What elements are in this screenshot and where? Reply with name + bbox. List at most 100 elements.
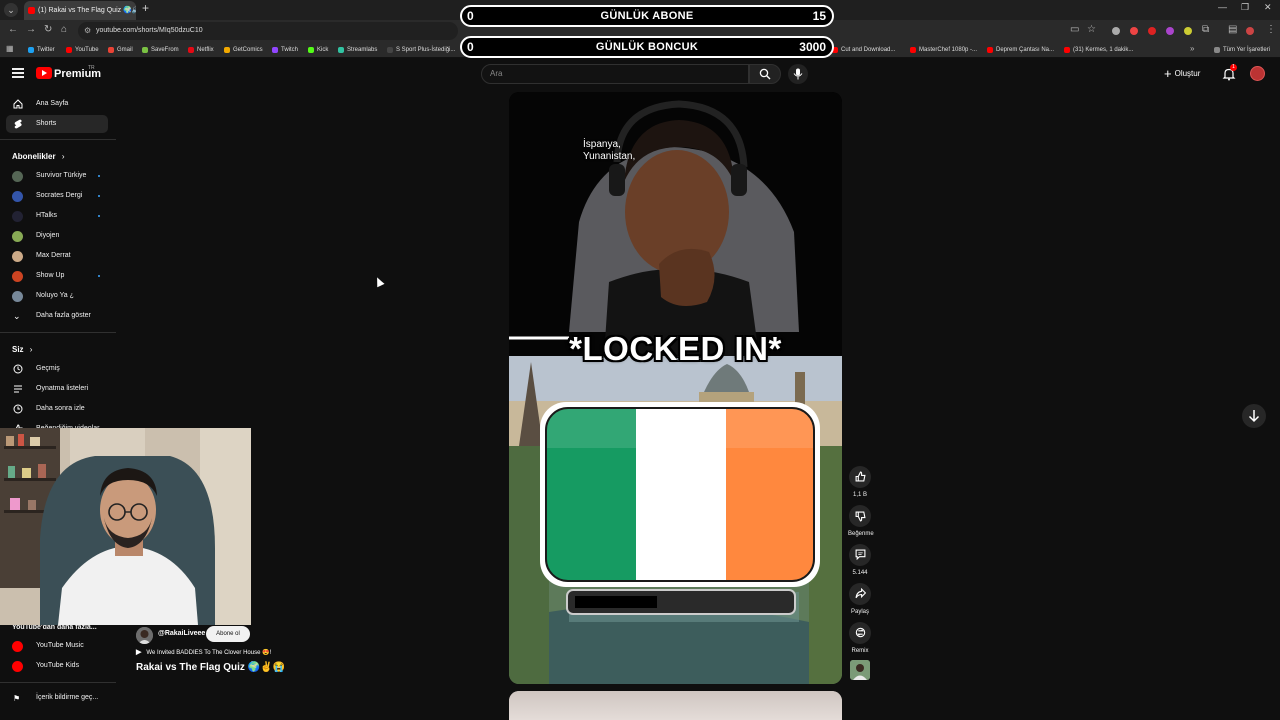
minimize-icon[interactable]: — [1218,2,1227,12]
extension-icon[interactable] [1130,27,1138,35]
bookmark-item[interactable]: Deprem Çantası Na... [987,42,1054,58]
sidebar-subscription-item[interactable]: Socrates Dergi [6,187,108,205]
bookmark-item[interactable]: SaveFrom [142,42,179,58]
address-bar[interactable]: ⚙ youtube.com/shorts/MIq50dzuC10 [78,22,458,40]
sidebar-item-shorts[interactable]: Shorts [6,115,108,133]
remix-action[interactable]: Remix [848,622,872,654]
subscribe-button[interactable]: Abone ol [206,626,250,642]
sidebar-item-watch-later[interactable]: Daha sonra izle [6,400,108,418]
you-heading[interactable]: Siz › [12,345,32,354]
bookmark-favicon-icon [1064,47,1070,53]
sidepanel-icon[interactable]: ▤ [1228,24,1237,35]
counter-left-value: 0 [467,40,474,54]
audio-source-thumbnail[interactable] [850,660,870,680]
share-button[interactable] [849,583,871,605]
search-button[interactable] [749,64,781,84]
sidebar-subscription-item[interactable]: Survivor Türkiye [6,167,108,185]
all-bookmarks[interactable]: Tüm Yer İşaretleri [1214,42,1270,58]
new-tab-icon[interactable]: + [142,1,149,15]
sidebar-item-home[interactable]: Ana Sayfa [6,95,108,113]
dislike-action[interactable]: Beğenme [848,505,874,537]
voice-search-button[interactable] [788,64,808,84]
extension-icon[interactable] [1112,27,1120,35]
search-icon [759,68,771,80]
chevron-right-icon: › [61,152,65,161]
bookmark-item[interactable]: (31) Kermes, 1 dakik... [1064,42,1133,58]
tab-search-icon[interactable]: ⌄ [4,3,18,17]
bookmark-item[interactable]: Netflix [188,42,214,58]
bookmark-item[interactable]: Gmail [108,42,133,58]
bookmark-item[interactable]: YouTube [66,42,99,58]
comments-button[interactable] [849,544,871,566]
like-button[interactable] [849,466,871,488]
daily-subscriber-counter: GÜNLÜK ABONE 0 15 [460,5,834,27]
sidebar-item-report[interactable]: ⚑ İçerik bildirme geç... [6,689,108,707]
maximize-icon[interactable]: ❐ [1241,2,1249,13]
share-action[interactable]: Paylaş [848,583,872,615]
subscriptions-heading[interactable]: Abonelikler › [12,152,64,161]
install-app-icon[interactable]: ▭ [1070,24,1079,35]
search-input[interactable]: Ara [481,64,749,84]
youtube-logo-icon[interactable] [36,67,52,79]
related-video-link[interactable]: ▶ We Invited BADDIES To The Clover House … [136,648,271,658]
channel-avatar[interactable] [136,627,153,644]
extension-icon[interactable] [1148,27,1156,35]
bookmark-item[interactable]: Twitch [272,42,298,58]
short-video-player[interactable] [509,92,842,684]
sidebar-subscription-item[interactable]: Noluyo Ya ¿ [6,287,108,305]
short-title[interactable]: Rakai vs The Flag Quiz 🌍✌️😭 [136,662,285,673]
extension-icon[interactable] [1166,27,1174,35]
bookmark-item[interactable]: GetComics [224,42,263,58]
next-short-preview[interactable] [509,691,842,720]
browser-tab[interactable]: (1) Rakai vs The Flag Quiz 🌍🔊 ✕ [24,1,136,20]
apps-grid-icon[interactable]: ▦ [6,44,14,53]
home-button-icon[interactable]: ⌂ [61,24,67,35]
bookmark-item[interactable]: Kick [308,42,328,58]
window-close-icon[interactable]: ✕ [1264,2,1272,13]
channel-avatar-icon [12,211,23,222]
playlist-icon [14,385,22,393]
bookmark-item[interactable]: Streamlabs [338,42,377,58]
screen: ⌄ (1) Rakai vs The Flag Quiz 🌍🔊 ✕ + — ❐ … [0,0,1280,720]
bookmark-item[interactable]: Cut and Download... [832,42,895,58]
sidebar-item-playlists[interactable]: Oynatma listeleri [6,380,108,398]
bookmark-star-icon[interactable]: ☆ [1087,24,1096,35]
like-action[interactable]: 1,1 B [848,466,872,498]
sidebar-item-history[interactable]: Geçmiş [6,360,108,378]
back-icon[interactable]: ← [8,24,18,35]
bookmark-item[interactable]: S Sport Plus-İstediği... [387,42,455,58]
sidebar-subscription-item[interactable]: Max Derrat [6,247,108,265]
tab-close-icon[interactable]: ✕ [125,1,132,20]
share-label: Paylaş [850,609,869,615]
bookmarks-overflow-icon[interactable]: » [1190,44,1194,53]
sidebar-subscription-item[interactable]: Show Up [6,267,108,285]
remix-button[interactable] [849,622,871,644]
sidebar-subscription-item[interactable]: Diyojen [6,227,108,245]
chevron-down-icon: ⌄ [13,311,21,321]
bookmark-favicon-icon [142,47,148,53]
new-content-dot [98,195,100,197]
comments-action[interactable]: 5.144 [848,544,872,576]
chevron-right-icon: › [29,345,33,354]
extension-icon[interactable] [1184,27,1192,35]
browser-menu-icon[interactable]: ⋮ [1266,24,1276,35]
sidebar-item-youtube-kids[interactable]: YouTube Kids [6,657,108,675]
forward-icon[interactable]: → [26,24,36,35]
reload-icon[interactable]: ↻ [44,24,52,35]
bookmark-favicon-icon [338,47,344,53]
sidebar-item-youtube-music[interactable]: YouTube Music [6,637,108,655]
dislike-label: Beğenme [848,531,874,537]
next-video-button[interactable] [1242,404,1266,428]
channel-name[interactable]: @RakaiLiveee [158,630,205,637]
menu-icon[interactable] [12,68,24,78]
site-info-icon[interactable]: ⚙ [84,22,91,40]
extensions-puzzle-icon[interactable]: ⧉ [1202,24,1209,35]
account-avatar[interactable] [1250,66,1265,81]
sidebar-subscription-item[interactable]: HTalks [6,207,108,225]
create-button[interactable]: + Oluştur [1164,66,1200,82]
dislike-button[interactable] [849,505,871,527]
bookmark-item[interactable]: Twitter [28,42,55,58]
profile-avatar-icon[interactable] [1246,27,1254,35]
bookmark-item[interactable]: MasterChef 1080p -... [910,42,977,58]
show-more-button[interactable]: ⌄ Daha fazla göster [6,307,108,325]
